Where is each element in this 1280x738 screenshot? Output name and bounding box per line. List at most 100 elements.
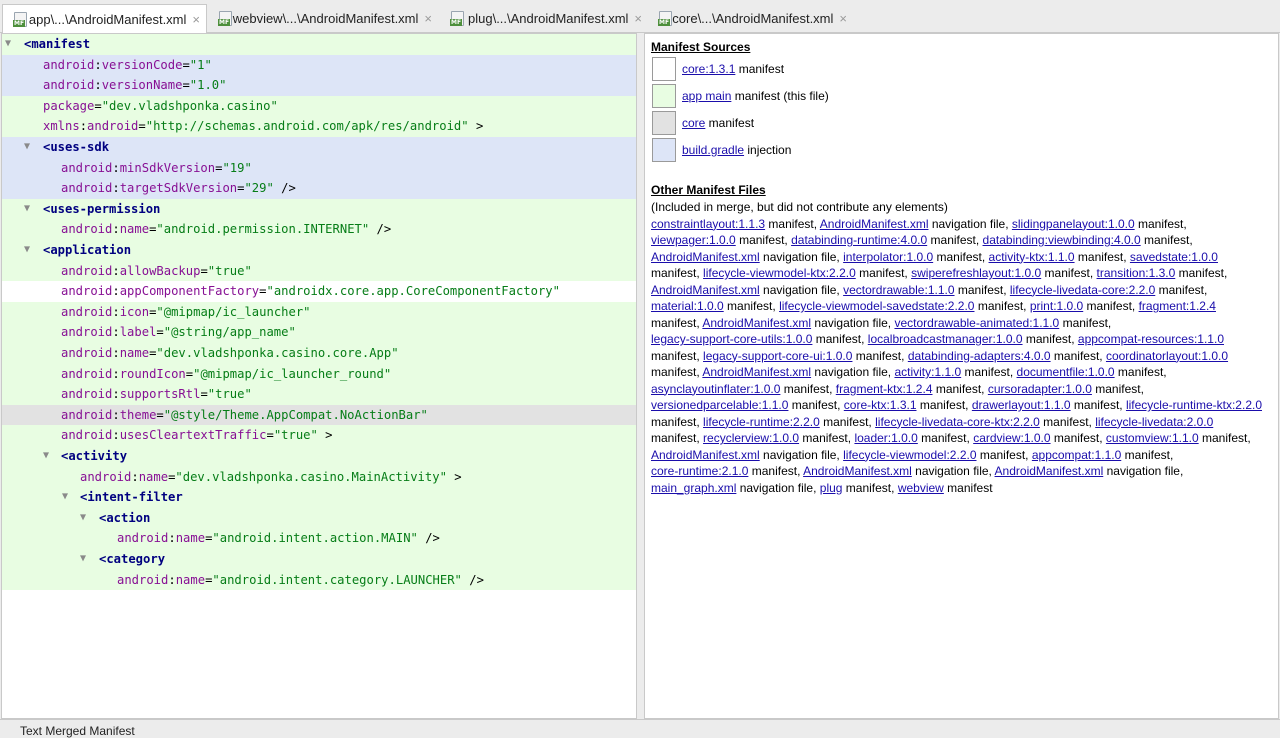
tab-webview-manifest[interactable]: MF webview\...\AndroidManifest.xml × [208,4,438,32]
manifest-file-link[interactable]: appcompat:1.1.0 [1032,448,1121,462]
xml-attr-line[interactable]: android:name="android.permission.INTERNE… [2,219,636,240]
xml-attr-line[interactable]: android:supportsRtl="true" [2,384,636,405]
manifest-file-link[interactable]: material:1.0.0 [651,299,724,313]
manifest-file-link[interactable]: core-runtime:2.1.0 [651,464,748,478]
manifest-file-link[interactable]: AndroidManifest.xml [803,464,912,478]
manifest-file-link[interactable]: lifecycle-livedata:2.0.0 [1095,415,1213,429]
manifest-file-link[interactable]: AndroidManifest.xml [651,283,760,297]
manifest-file-link[interactable]: transition:1.3.0 [1097,266,1176,280]
manifest-file-link[interactable]: databinding-adapters:4.0.0 [908,349,1051,363]
fold-toggle-icon[interactable]: ▼ [24,199,30,220]
xml-activity-open[interactable]: ▼ <activity [2,446,636,467]
fold-toggle-icon[interactable]: ▼ [24,137,30,158]
manifest-file-link[interactable]: fragment:1.2.4 [1139,299,1216,313]
xml-attr-line[interactable]: android:name="dev.vladshponka.casino.cor… [2,343,636,364]
close-icon[interactable]: × [424,11,432,26]
manifest-file-link[interactable]: lifecycle-livedata-core:2.2.0 [1010,283,1155,297]
manifest-file-link[interactable]: vectordrawable:1.1.0 [843,283,954,297]
manifest-file-link[interactable]: databinding-runtime:4.0.0 [791,233,927,247]
xml-attr-line[interactable]: android:name="dev.vladshponka.casino.Mai… [2,466,636,488]
xml-attr-line[interactable]: android:minSdkVersion="19" [2,157,636,179]
manifest-file-link[interactable]: recyclerview:1.0.0 [703,431,799,445]
xml-attr-line[interactable]: android:versionCode="1" [2,54,636,76]
xml-attr-line[interactable]: android:name="android.intent.action.MAIN… [2,528,636,549]
manifest-file-link[interactable]: vectordrawable-animated:1.1.0 [894,316,1059,330]
xml-attr-line[interactable]: android:allowBackup="true" [2,260,636,282]
manifest-file-link[interactable]: lifecycle-viewmodel-savedstate:2.2.0 [779,299,974,313]
manifest-file-link[interactable]: lifecycle-viewmodel:2.2.0 [843,448,976,462]
tab-app-manifest[interactable]: MF app\...\AndroidManifest.xml × [2,4,207,33]
manifest-file-link[interactable]: drawerlayout:1.1.0 [972,398,1071,412]
xml-attr-line[interactable]: android:theme="@style/Theme.AppCompat.No… [2,404,636,426]
manifest-file-link[interactable]: constraintlayout:1.1.3 [651,217,765,231]
manifest-file-link[interactable]: viewpager:1.0.0 [651,233,736,247]
source-link[interactable]: build.gradle [682,143,744,157]
manifest-file-link[interactable]: asynclayoutinflater:1.0.0 [651,382,780,396]
xml-application-open[interactable]: ▼ <application [2,240,636,261]
manifest-file-link[interactable]: AndroidManifest.xml [702,365,811,379]
fold-toggle-icon[interactable]: ▼ [80,549,86,570]
xml-attr-line[interactable]: android:usesCleartextTraffic="true" > [2,425,636,446]
xml-attr-line[interactable]: android:appComponentFactory="androidx.co… [2,281,636,302]
manifest-file-link[interactable]: databinding:viewbinding:4.0.0 [983,233,1141,247]
manifest-file-link[interactable]: plug [820,481,843,495]
xml-intent-filter-open[interactable]: ▼ <intent-filter [2,487,636,508]
manifest-file-link[interactable]: AndroidManifest.xml [651,250,760,264]
manifest-file-link[interactable]: fragment-ktx:1.2.4 [836,382,933,396]
xml-uses-permission-open[interactable]: ▼ <uses-permission [2,198,636,220]
manifest-file-link[interactable]: AndroidManifest.xml [995,464,1104,478]
manifest-file-link[interactable]: interpolator:1.0.0 [843,250,933,264]
xml-attr-line[interactable]: package="dev.vladshponka.casino" [2,95,636,117]
fold-toggle-icon[interactable]: ▼ [80,508,86,529]
manifest-file-link[interactable]: versionedparcelable:1.1.0 [651,398,788,412]
manifest-file-link[interactable]: main_graph.xml [651,481,736,495]
manifest-file-link[interactable]: AndroidManifest.xml [651,448,760,462]
manifest-file-link[interactable]: swiperefreshlayout:1.0.0 [911,266,1041,280]
xml-uses-sdk-open[interactable]: ▼ <uses-sdk [2,137,636,158]
manifest-file-link[interactable]: webview [898,481,944,495]
manifest-file-link[interactable]: print:1.0.0 [1030,299,1083,313]
fold-toggle-icon[interactable]: ▼ [62,487,68,508]
manifest-file-link[interactable]: AndroidManifest.xml [702,316,811,330]
manifest-file-link[interactable]: lifecycle-runtime-ktx:2.2.0 [1126,398,1262,412]
manifest-file-link[interactable]: legacy-support-core-utils:1.0.0 [651,332,812,346]
manifest-file-link[interactable]: lifecycle-runtime:2.2.0 [703,415,820,429]
manifest-file-link[interactable]: cardview:1.0.0 [973,431,1050,445]
close-icon[interactable]: × [634,11,642,26]
xml-attr-line[interactable]: android:icon="@mipmap/ic_launcher" [2,301,636,323]
manifest-file-link[interactable]: AndroidManifest.xml [820,217,929,231]
manifest-file-link[interactable]: activity:1.1.0 [894,365,961,379]
source-link[interactable]: app main [682,89,731,103]
manifest-file-link[interactable]: lifecycle-viewmodel-ktx:2.2.0 [703,266,856,280]
fold-toggle-icon[interactable]: ▼ [24,240,30,261]
manifest-file-link[interactable]: cursoradapter:1.0.0 [988,382,1092,396]
close-icon[interactable]: × [839,11,847,26]
manifest-file-link[interactable]: documentfile:1.0.0 [1017,365,1115,379]
xml-attr-line[interactable]: android:name="android.intent.category.LA… [2,569,636,591]
source-link[interactable]: core:1.3.1 [682,62,735,76]
xml-attr-line[interactable]: android:roundIcon="@mipmap/ic_launcher_r… [2,363,636,385]
fold-toggle-icon[interactable]: ▼ [43,446,49,467]
manifest-file-link[interactable]: legacy-support-core-ui:1.0.0 [703,349,852,363]
fold-toggle-icon[interactable]: ▼ [5,34,11,55]
xml-action-open[interactable]: ▼ <action [2,507,636,529]
xml-attr-line[interactable]: android:label="@string/app_name" [2,322,636,343]
manifest-file-link[interactable]: activity-ktx:1.1.0 [989,250,1075,264]
manifest-file-link[interactable]: localbroadcastmanager:1.0.0 [868,332,1023,346]
source-link[interactable]: core [682,116,705,130]
manifest-file-link[interactable]: lifecycle-livedata-core-ktx:2.2.0 [875,415,1040,429]
xml-attr-line[interactable]: xmlns:android="http://schemas.android.co… [2,116,636,137]
tab-core-manifest[interactable]: MF core\...\AndroidManifest.xml × [648,4,853,32]
xml-attr-line[interactable]: android:targetSdkVersion="29" /> [2,178,636,199]
manifest-file-link[interactable]: core-ktx:1.3.1 [844,398,917,412]
manifest-file-link[interactable]: appcompat-resources:1.1.0 [1078,332,1224,346]
merged-manifest-xml-view[interactable]: ▼ <manifest android:versionCode="1" andro… [1,33,637,719]
manifest-file-link[interactable]: savedstate:1.0.0 [1130,250,1218,264]
xml-attr-line[interactable]: android:versionName="1.0" [2,75,636,96]
bottom-tabs-label[interactable]: Text Merged Manifest [20,724,135,738]
manifest-file-link[interactable]: loader:1.0.0 [854,431,917,445]
manifest-file-link[interactable]: customview:1.1.0 [1106,431,1199,445]
xml-manifest-open[interactable]: ▼ <manifest [2,34,636,55]
tab-plug-manifest[interactable]: MF plug\...\AndroidManifest.xml × [440,4,648,32]
close-icon[interactable]: × [192,12,200,27]
